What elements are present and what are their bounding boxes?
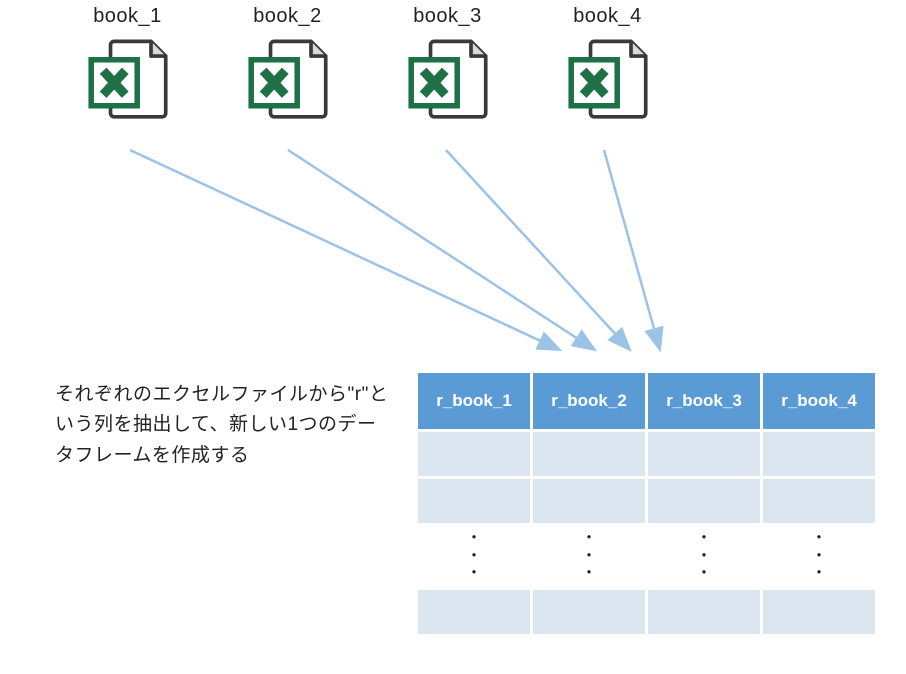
- file-label-4: book_4: [573, 5, 642, 28]
- ellipsis-dots: ・ ・ ・: [648, 526, 760, 587]
- file-label-1: book_1: [93, 5, 162, 28]
- table-header-row: r_book_1 r_book_2 r_book_3 r_book_4: [418, 373, 875, 429]
- ellipsis-dots: ・ ・ ・: [533, 526, 645, 587]
- col-header-3: r_book_3: [648, 373, 760, 429]
- arrow-3: [446, 150, 630, 350]
- file-item-1: book_1: [75, 5, 180, 126]
- col-header-2: r_book_2: [533, 373, 645, 429]
- result-dataframe-table: r_book_1 r_book_2 r_book_3 r_book_4 ・ ・ …: [415, 370, 878, 637]
- arrow-1: [130, 150, 560, 350]
- ellipsis-dots: ・ ・ ・: [418, 526, 530, 587]
- ellipsis-dots: ・ ・ ・: [763, 526, 875, 587]
- file-item-3: book_3: [395, 5, 500, 126]
- excel-icon: [242, 34, 334, 126]
- table-ellipsis-row: ・ ・ ・ ・ ・ ・ ・ ・ ・ ・ ・ ・: [418, 526, 875, 587]
- file-item-4: book_4: [555, 5, 660, 126]
- file-icons-row: book_1 book_2 book_3: [75, 5, 660, 126]
- file-item-2: book_2: [235, 5, 340, 126]
- col-header-4: r_book_4: [763, 373, 875, 429]
- arrow-4: [604, 150, 660, 350]
- file-label-3: book_3: [413, 5, 482, 28]
- excel-icon: [82, 34, 174, 126]
- table-row: [418, 432, 875, 476]
- excel-icon: [562, 34, 654, 126]
- table-row: [418, 590, 875, 634]
- excel-icon: [402, 34, 494, 126]
- file-label-2: book_2: [253, 5, 322, 28]
- col-header-1: r_book_1: [418, 373, 530, 429]
- arrow-2: [288, 150, 595, 350]
- description-text: それぞれのエクセルファイルから"r"という列を抽出して、新しい1つのデータフレー…: [55, 380, 395, 471]
- table-row: [418, 479, 875, 523]
